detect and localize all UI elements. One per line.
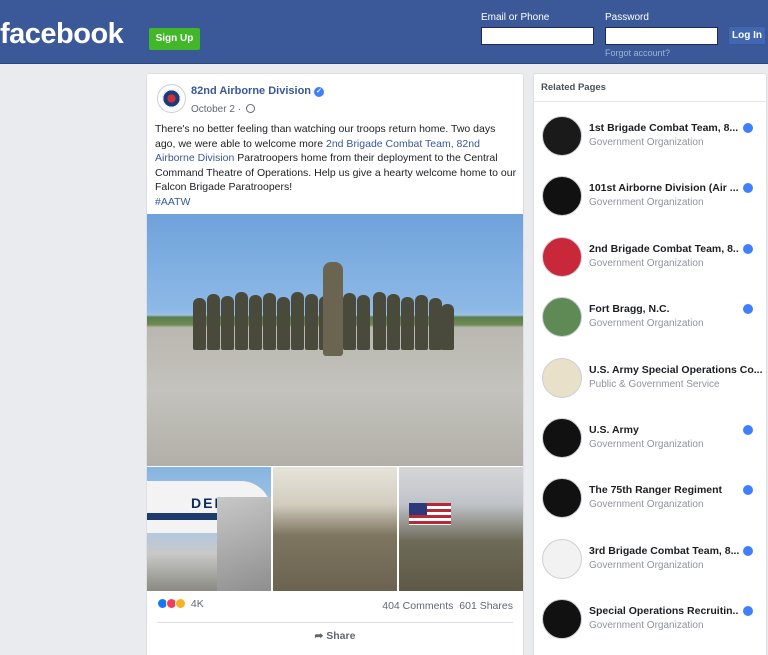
verified-badge-icon xyxy=(743,243,753,254)
top-bar: facebook Sign Up Email or Phone Password… xyxy=(0,0,768,64)
page-logo-icon[interactable] xyxy=(542,176,582,217)
forgot-account-link[interactable]: Forgot account? xyxy=(605,48,670,58)
globe-icon xyxy=(245,104,255,113)
related-page-category: Government Organization xyxy=(589,197,704,209)
page-logo-icon[interactable] xyxy=(542,297,582,338)
verified-badge-icon xyxy=(743,304,753,315)
related-page-name[interactable]: U.S. Army Special Operations Co... xyxy=(589,364,763,376)
related-page-name[interactable]: 101st Airborne Division (Air ... xyxy=(589,182,739,194)
related-page-item[interactable]: Special Operations Recruitin... Governmen… xyxy=(534,590,766,650)
page-avatar[interactable] xyxy=(157,84,186,113)
related-pages-title: Related Pages xyxy=(541,82,606,93)
page-logo-icon[interactable] xyxy=(542,538,582,579)
troops-formation xyxy=(193,288,454,350)
facebook-logo[interactable]: facebook xyxy=(0,18,124,51)
related-page-category: Government Organization xyxy=(589,318,704,330)
verified-badge-icon xyxy=(743,123,753,133)
post-card: 82nd Airborne Division ✓ October 2 · Ther… xyxy=(146,73,524,655)
divider xyxy=(534,101,766,102)
page-logo-icon[interactable] xyxy=(542,116,582,156)
password-field[interactable] xyxy=(605,27,718,45)
related-page-name[interactable]: U.S. Army xyxy=(589,424,739,436)
related-page-item[interactable]: U.S. Army Government Organization xyxy=(534,409,766,469)
related-page-name[interactable]: 1st Brigade Combat Team, 8... xyxy=(589,122,739,134)
verified-badge-icon xyxy=(743,545,753,556)
verified-badge-icon xyxy=(743,485,753,496)
related-page-item[interactable]: 3rd Brigade Combat Team, 8... Government … xyxy=(534,530,766,590)
related-page-category: Government Organization xyxy=(589,137,704,148)
email-field[interactable] xyxy=(481,27,594,45)
lead-soldier xyxy=(323,262,343,356)
page-logo-icon[interactable] xyxy=(542,599,582,640)
care-icon xyxy=(175,598,186,609)
email-label: Email or Phone xyxy=(481,12,550,23)
reaction-count[interactable]: 4K xyxy=(191,598,204,610)
verified-badge-icon xyxy=(743,606,753,617)
verified-badge-icon: ✓ xyxy=(314,87,325,97)
verified-badge-icon xyxy=(743,425,753,435)
verified-badge-icon xyxy=(743,183,753,194)
main-photo[interactable] xyxy=(147,214,523,466)
related-page-name[interactable]: 2nd Brigade Combat Team, 8... xyxy=(589,243,739,255)
page-logo-icon[interactable] xyxy=(542,478,582,519)
comments-count[interactable]: 404 Comments xyxy=(382,600,453,612)
boarding-stairs xyxy=(217,497,271,591)
related-page-item[interactable]: U.S. Army Special Operations Co... Public… xyxy=(534,349,766,409)
divider xyxy=(157,622,513,623)
related-page-item[interactable]: 101st Airborne Division (Air ... Governme… xyxy=(534,167,766,227)
page-logo-icon[interactable] xyxy=(542,418,582,458)
post-date[interactable]: October 2 · xyxy=(191,104,255,115)
division-insignia-icon xyxy=(162,89,181,108)
page-logo-icon[interactable] xyxy=(542,357,582,398)
related-pages-panel: Related Pages 1st Brigade Combat Team, 8… xyxy=(533,73,767,655)
share-icon: ➦ xyxy=(314,630,324,642)
photo-thumbnail-flag[interactable] xyxy=(399,467,523,591)
related-page-category: Government Organization xyxy=(589,257,704,269)
page-name-link[interactable]: 82nd Airborne Division ✓ xyxy=(191,85,325,97)
signup-button[interactable]: Sign Up xyxy=(149,28,200,50)
reaction-summary[interactable]: 4K xyxy=(157,598,204,610)
post-date-text[interactable]: October 2 · xyxy=(191,104,241,115)
related-page-category: Government Organization xyxy=(589,439,704,450)
related-page-category: Government Organization xyxy=(589,499,704,511)
related-page-name[interactable]: Special Operations Recruitin... xyxy=(589,605,739,617)
page-name[interactable]: 82nd Airborne Division xyxy=(191,85,311,97)
related-page-category: Public & Government Service xyxy=(589,378,720,390)
related-page-item[interactable]: 1st Brigade Combat Team, 8... Government … xyxy=(534,107,766,167)
related-page-name[interactable]: Fort Bragg, N.C. xyxy=(589,303,739,315)
post-text: There's no better feeling than watching … xyxy=(155,122,517,209)
related-page-item[interactable]: Fort Bragg, N.C. Government Organization xyxy=(534,288,766,348)
photo-thumbnail-plane[interactable]: DELT xyxy=(147,467,271,591)
share-label: Share xyxy=(326,630,356,642)
post-stats: 404 Comments 601 Shares xyxy=(382,600,513,612)
related-page-name[interactable]: 3rd Brigade Combat Team, 8... xyxy=(589,545,739,557)
us-flag xyxy=(409,503,451,525)
photo-thumbnails: DELT xyxy=(147,467,523,591)
page-logo-icon[interactable] xyxy=(542,236,582,277)
hashtag-link[interactable]: #AATW xyxy=(155,196,190,208)
login-button[interactable]: Log In xyxy=(728,26,766,45)
shares-count[interactable]: 601 Shares xyxy=(459,600,513,612)
related-page-item[interactable]: The 75th Ranger Regiment Government Organ… xyxy=(534,469,766,529)
related-page-name[interactable]: The 75th Ranger Regiment xyxy=(589,484,739,496)
related-page-category: Government Organization xyxy=(589,559,704,571)
password-label: Password xyxy=(605,12,649,23)
related-page-category: Government Organization xyxy=(589,620,704,632)
photo-thumbnail-hangar[interactable] xyxy=(273,467,397,591)
related-page-item[interactable]: 2nd Brigade Combat Team, 8... Government … xyxy=(534,228,766,288)
share-button[interactable]: ➦ Share xyxy=(147,630,523,642)
